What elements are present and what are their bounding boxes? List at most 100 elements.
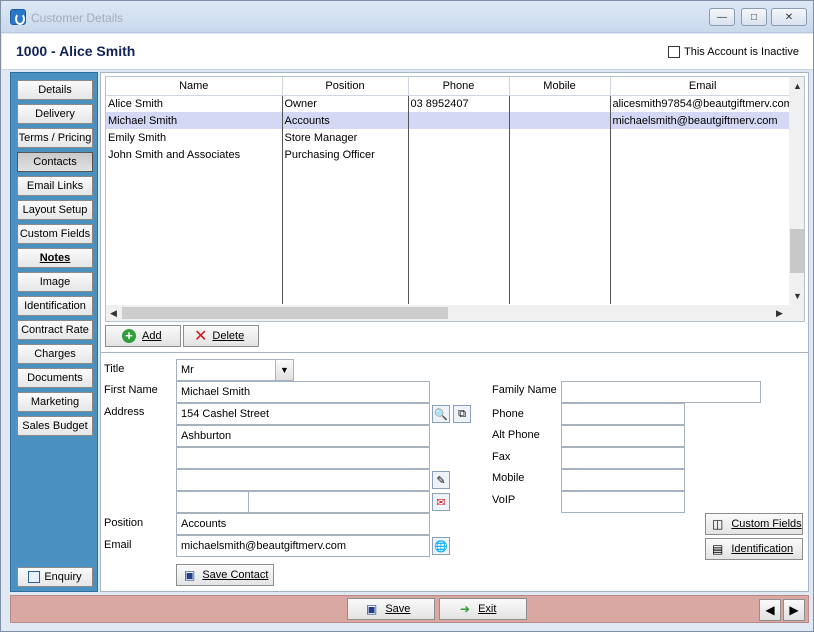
exit-button[interactable]: ➜ Exit: [439, 598, 527, 620]
inactive-checkbox[interactable]: [668, 46, 680, 58]
cell-mobile: [509, 95, 611, 112]
map-icon[interactable]: ✎: [432, 471, 450, 489]
divider: [101, 352, 808, 353]
alt-phone-field[interactable]: [561, 425, 685, 447]
cell-name: Michael Smith: [106, 112, 283, 129]
plus-icon: +: [122, 329, 136, 343]
sidebar-item-contract-rate[interactable]: Contract Rate: [17, 320, 93, 340]
custom-fields-button[interactable]: ◫ Custom Fields: [705, 513, 803, 535]
scroll-down-icon[interactable]: ▼: [793, 291, 802, 301]
previous-record-button[interactable]: ◀: [759, 599, 781, 621]
cell-phone: 03 8952407: [408, 95, 510, 112]
column-header-phone[interactable]: Phone: [408, 77, 510, 96]
account-title: 1000 - Alice Smith: [16, 43, 136, 59]
add-button[interactable]: + Add: [105, 325, 181, 347]
title-select[interactable]: Mr ▼: [176, 359, 294, 381]
address-line3-field[interactable]: [176, 447, 430, 469]
sidebar-item-custom-fields[interactable]: Custom Fields: [17, 224, 93, 244]
sidebar-item-notes[interactable]: Notes: [17, 248, 93, 268]
exit-label: Exit: [478, 603, 497, 615]
minimize-button[interactable]: —: [709, 8, 735, 26]
table-row-selected[interactable]: Michael Smith Accounts michaelsmith@beau…: [106, 112, 796, 129]
sidebar-item-layout-setup[interactable]: Layout Setup: [17, 200, 93, 220]
sidebar-item-email-links[interactable]: Email Links: [17, 176, 93, 196]
cell-position: Accounts: [282, 112, 409, 129]
globe-email-icon[interactable]: 🌐: [432, 537, 450, 555]
custom-fields-icon: ◫: [712, 517, 724, 531]
sidebar-item-documents[interactable]: Documents: [17, 368, 93, 388]
vertical-scrollbar[interactable]: ▲ ▼: [789, 77, 804, 305]
save-button[interactable]: ▣ Save: [347, 598, 435, 620]
horizontal-scrollbar[interactable]: ◀ ▶: [106, 305, 804, 321]
column-header-name[interactable]: Name: [106, 77, 283, 96]
table-row-empty: [106, 163, 796, 304]
next-record-button[interactable]: ▶: [783, 599, 805, 621]
cell-phone: [408, 112, 510, 129]
scroll-left-icon[interactable]: ◀: [110, 308, 117, 319]
cell-name: Emily Smith: [106, 129, 283, 146]
vertical-scroll-thumb[interactable]: [790, 229, 804, 273]
save-contact-button[interactable]: ▣ Save Contact: [176, 564, 274, 586]
horizontal-scroll-thumb[interactable]: [122, 307, 448, 319]
table-row[interactable]: John Smith and Associates Purchasing Off…: [106, 146, 796, 163]
column-header-position[interactable]: Position: [282, 77, 409, 96]
chevron-down-icon[interactable]: ▼: [275, 360, 293, 380]
id-card-icon: ▤: [712, 542, 724, 556]
address-postcode-field[interactable]: [176, 491, 249, 513]
sidebar-item-delivery[interactable]: Delivery: [17, 104, 93, 124]
identification-button[interactable]: ▤ Identification: [705, 538, 803, 560]
contacts-panel: Name Position Phone Mobile Email Alice S…: [100, 72, 809, 592]
magnifier-icon: [28, 571, 41, 583]
cell-email: [610, 146, 796, 163]
first-name-field[interactable]: Michael Smith: [176, 381, 430, 403]
delete-button[interactable]: ✕ Delete: [183, 325, 259, 347]
address-line4-field[interactable]: [176, 469, 430, 491]
scroll-up-icon[interactable]: ▲: [793, 81, 802, 91]
column-header-email[interactable]: Email: [610, 77, 796, 96]
address-country-field[interactable]: [248, 491, 430, 513]
fax-label: Fax: [492, 451, 511, 463]
cell-phone: [408, 146, 510, 163]
sidebar-item-contacts[interactable]: Contacts: [17, 152, 93, 172]
phone-field[interactable]: [561, 403, 685, 425]
copy-address-icon[interactable]: ⧉: [453, 405, 471, 423]
email-field[interactable]: michaelsmith@beautgiftmerv.com: [176, 535, 430, 557]
column-header-mobile[interactable]: Mobile: [509, 77, 611, 96]
cell-position: Purchasing Officer: [282, 146, 409, 163]
enquiry-button[interactable]: Enquiry: [17, 567, 93, 587]
close-button[interactable]: ✕: [771, 8, 807, 26]
sidebar-item-identification[interactable]: Identification: [17, 296, 93, 316]
cell-mobile: [509, 112, 611, 129]
sidebar-item-marketing[interactable]: Marketing: [17, 392, 93, 412]
position-field[interactable]: Accounts: [176, 513, 430, 535]
sidebar-item-image[interactable]: Image: [17, 272, 93, 292]
position-label: Position: [104, 517, 144, 529]
footer-bar: ▣ Save ➜ Exit ◀ ▶: [10, 595, 809, 623]
table-row[interactable]: Emily Smith Store Manager: [106, 129, 796, 146]
fax-field[interactable]: [561, 447, 685, 469]
identification-label: Identification: [731, 543, 794, 555]
sidebar-item-sales-budget[interactable]: Sales Budget: [17, 416, 93, 436]
search-address-icon[interactable]: 🔍: [432, 405, 450, 423]
sidebar-item-terms-pricing[interactable]: Terms / Pricing: [17, 128, 93, 148]
account-header: 1000 - Alice Smith This Account is Inact…: [2, 34, 813, 70]
voip-field[interactable]: [561, 491, 685, 513]
enquiry-label: Enquiry: [44, 571, 82, 583]
cell-name: Alice Smith: [106, 95, 283, 112]
cell-position: Owner: [282, 95, 409, 112]
email-envelope-icon[interactable]: ✉: [432, 493, 450, 511]
address-line1-field[interactable]: 154 Cashel Street: [176, 403, 430, 425]
maximize-button[interactable]: □: [741, 8, 767, 26]
contacts-table: Name Position Phone Mobile Email Alice S…: [106, 77, 796, 304]
sidebar-item-details[interactable]: Details: [17, 80, 93, 100]
family-name-field[interactable]: [561, 381, 761, 403]
address-line2-field[interactable]: Ashburton: [176, 425, 430, 447]
scroll-right-icon[interactable]: ▶: [776, 308, 783, 319]
table-row[interactable]: Alice Smith Owner 03 8952407 alicesmith9…: [106, 95, 796, 112]
cell-email: michaelsmith@beautgiftmerv.com: [610, 112, 796, 129]
cell-phone: [408, 129, 510, 146]
sidebar-item-charges[interactable]: Charges: [17, 344, 93, 364]
mobile-field[interactable]: [561, 469, 685, 491]
exit-door-icon: ➜: [460, 602, 471, 616]
address-label: Address: [104, 406, 145, 418]
